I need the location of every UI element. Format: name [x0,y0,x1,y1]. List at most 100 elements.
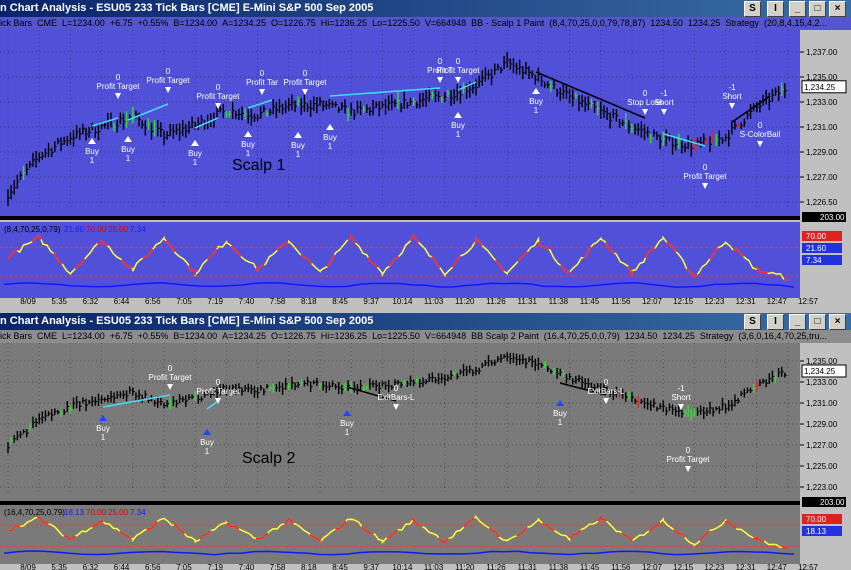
info-segment: A=1234.25 [222,18,266,28]
signal-quantity: -1 [677,384,685,393]
signal-name: Profit Target [147,76,191,85]
time-axis-label: 9:37 [363,297,379,306]
info-segment: Strategy [699,331,734,341]
time-axis-label: 11:38 [549,297,569,306]
toolbar-i-button[interactable]: I [767,1,784,17]
signal-quantity: -1 [660,89,668,98]
buy-quantity: 1 [205,447,210,456]
buy-quantity: 1 [456,130,461,139]
chart-window-scalp-2: n Chart Analysis - ESU05 233 Tick Bars [… [0,313,851,570]
time-axis-label: 12:57 [798,297,819,306]
indicator-params: (8,4,70,25,0,79) [4,225,61,234]
price-tick-label: 1,226.50 [806,198,838,207]
buy-label: Buy [188,149,202,158]
title-bar: n Chart Analysis - ESU05 233 Tick Bars [… [0,0,851,17]
buy-quantity: 1 [101,433,106,442]
time-axis-label: 6:56 [145,563,161,570]
indicator-value: 70.00 [86,225,107,234]
indicator-value: 25.00 [108,508,129,517]
info-segment: O=1226.75 [270,18,316,28]
info-segment: BB Scalp 2 Paint [471,331,539,341]
signal-quantity: 0 [456,57,461,66]
signal-name: Profit Target [149,373,193,382]
toolbar-s-button[interactable]: S [744,1,761,17]
time-axis-label: 7:58 [270,297,286,306]
info-segment: Hi=1236.25 [320,18,368,28]
buy-label: Buy [241,140,255,149]
price-tick-label: 1,231.00 [806,399,838,408]
buy-quantity: 1 [193,158,198,167]
time-axis-label: 12:47 [767,563,788,570]
maximize-button[interactable]: □ [809,314,826,330]
buy-label: Buy [96,424,110,433]
price-tick-label: 1,223.00 [806,483,838,492]
info-segment: 1234.50 [624,331,658,341]
pane-separator [0,216,800,220]
buy-quantity: 1 [345,428,350,437]
signal-name: Profit Target [197,387,241,396]
time-axis-label: 11:45 [580,297,600,306]
time-axis-label: 8:18 [301,297,317,306]
info-segment: A=1234.25 [222,331,266,341]
price-tick-label: 1,231.00 [806,123,838,132]
time-axis-label: 10:14 [392,563,413,570]
time-axis-label: 6:44 [114,297,130,306]
indicator-value: 18.13 [64,508,85,517]
time-axis-label: 6:32 [83,297,99,306]
price-tick-label: 1,229.00 [806,148,838,157]
time-axis-label: 12:23 [704,297,725,306]
price-pane-background [0,343,800,501]
info-segment: O=1226.75 [270,331,316,341]
signal-name: Profit Target [667,455,711,464]
time-axis-label: 11:03 [424,563,444,570]
price-tick-label: 1,227.00 [806,441,838,450]
price-tick-label: 1,233.00 [806,98,838,107]
time-axis-label: 5:35 [51,297,67,306]
buy-quantity: 1 [534,106,539,115]
time-axis-label: 11:56 [611,297,631,306]
signal-name: Profit Target [684,172,728,181]
indicator-value: 70.00 [86,508,107,517]
close-button[interactable]: × [829,1,846,17]
buy-quantity: 1 [126,154,131,163]
buy-label: Buy [291,141,305,150]
info-segment: BB - Scalp 1 Paint [471,18,545,28]
volume-value: 203.00 [820,498,845,507]
time-axis-label: 9:37 [363,563,379,570]
price-tick-label: 1,227.00 [806,173,838,182]
minimize-button[interactable]: _ [789,1,806,17]
time-axis-label: 11:26 [486,297,506,306]
signal-quantity: 0 [168,364,173,373]
buy-label: Buy [323,133,337,142]
buy-quantity: 1 [328,142,333,151]
signal-name: Profit Target [284,78,328,87]
info-segment: +0.55% [137,18,169,28]
info-segment: 1234.25 [662,331,695,341]
signal-quantity: 0 [166,67,171,76]
chart-panel[interactable]: 1,237.001,235.001,233.001,231.001,229.00… [0,30,851,306]
info-segment: ick Bars [0,18,33,28]
minimize-button[interactable]: _ [789,314,806,330]
chart-panel[interactable]: 1,235.001,233.001,231.001,229.001,227.00… [0,343,851,570]
time-axis-label: 11:45 [580,563,600,570]
price-tick-label: 1,229.00 [806,420,838,429]
signal-name: Profit Target [97,82,141,91]
time-axis-label: 12:15 [673,297,694,306]
info-segment: B=1234.00 [173,331,218,341]
close-button[interactable]: × [829,314,846,330]
maximize-button[interactable]: □ [809,1,826,17]
time-axis-label: 5:35 [51,563,67,570]
buy-label: Buy [451,121,465,130]
signal-quantity: -1 [728,83,736,92]
signal-quantity: 0 [686,446,691,455]
toolbar-i-button[interactable]: I [767,314,784,330]
signal-quantity: 0 [116,73,121,82]
indicator-axis-label: 70.00 [806,515,827,524]
indicator-axis-label: 21.60 [806,244,827,253]
toolbar-s-button[interactable]: S [744,314,761,330]
window-title: n Chart Analysis - ESU05 233 Tick Bars [… [0,315,374,327]
signal-quantity: 0 [643,89,648,98]
last-price-label: 1,234.25 [804,367,836,376]
time-axis-label: 12:07 [642,297,663,306]
indicator-params: (16,4,70,25,0,79) [4,508,65,517]
